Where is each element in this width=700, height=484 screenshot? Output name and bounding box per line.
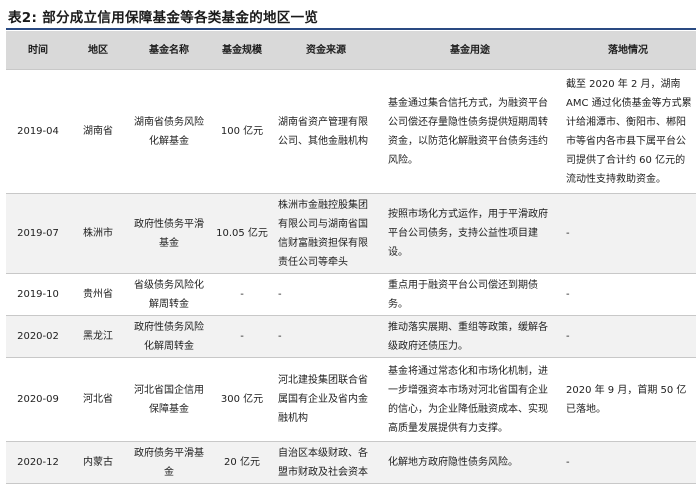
cell-fund-source: 自治区本级财政、各盟市财政及社会资本 — [272, 441, 380, 484]
fund-table: 时间 地区 基金名称 基金规模 资金来源 基金用途 落地情况 2019-04 湖… — [6, 31, 696, 484]
cell-fund-purpose: 基金将通过常态化和市场化机制，进一步增强资本市场对河北省国有企业的信心，为企业降… — [380, 357, 560, 442]
header-fund-purpose: 基金用途 — [380, 31, 560, 70]
cell-fund-scale: 10.05 亿元 — [212, 193, 272, 274]
cell-region: 内蒙古 — [70, 441, 126, 484]
cell-fund-name: 河北省国企信用保障基金 — [126, 357, 212, 442]
cell-region: 黑龙江 — [70, 315, 126, 358]
cell-time: 2019-10 — [6, 273, 70, 316]
cell-fund-scale: 20 亿元 — [212, 441, 272, 484]
cell-fund-purpose: 按照市场化方式运作，用于平滑政府平台公司债务，支持公益性项目建设。 — [380, 193, 560, 274]
cell-fund-scale: 300 亿元 — [212, 357, 272, 442]
cell-fund-purpose: 推动落实展期、重组等政策，缓解各级政府还债压力。 — [380, 315, 560, 358]
cell-fund-scale: - — [212, 315, 272, 358]
cell-status: - — [560, 441, 696, 484]
cell-fund-name: 政府债务平滑基金 — [126, 441, 212, 484]
header-fund-scale: 基金规模 — [212, 31, 272, 70]
table-row: 2020-12 内蒙古 政府债务平滑基金 20 亿元 自治区本级财政、各盟市财政… — [6, 441, 696, 484]
cell-fund-name: 湖南省债务风险化解基金 — [126, 69, 212, 194]
cell-region: 贵州省 — [70, 273, 126, 316]
table-row: 2019-07 株洲市 政府性债务平滑基金 10.05 亿元 株洲市金融控股集团… — [6, 193, 696, 274]
cell-fund-purpose: 重点用于融资平台公司偿还到期债务。 — [380, 273, 560, 316]
title-divider — [6, 28, 696, 30]
cell-region: 河北省 — [70, 357, 126, 442]
cell-status: 2020 年 9 月，首期 50 亿已落地。 — [560, 357, 696, 442]
header-row: 时间 地区 基金名称 基金规模 资金来源 基金用途 落地情况 — [6, 31, 696, 70]
header-status: 落地情况 — [560, 31, 696, 70]
cell-time: 2019-04 — [6, 69, 70, 194]
cell-fund-name: 政府性债务平滑基金 — [126, 193, 212, 274]
cell-time: 2020-02 — [6, 315, 70, 358]
table-row: 2019-10 贵州省 省级债务风险化解周转金 - - 重点用于融资平台公司偿还… — [6, 273, 696, 316]
header-fund-source: 资金来源 — [272, 31, 380, 70]
header-fund-name: 基金名称 — [126, 31, 212, 70]
cell-fund-scale: 100 亿元 — [212, 69, 272, 194]
header-time: 时间 — [6, 31, 70, 70]
cell-fund-source: - — [272, 315, 380, 358]
cell-status: - — [560, 273, 696, 316]
table-row: 2019-04 湖南省 湖南省债务风险化解基金 100 亿元 湖南省资产管理有限… — [6, 69, 696, 194]
table-title: 表2: 部分成立信用保障基金等各类基金的地区一览 — [8, 10, 319, 26]
cell-fund-source: 株洲市金融控股集团有限公司与湖南省国信财富融资担保有限责任公司等牵头 — [272, 193, 380, 274]
cell-fund-scale: - — [212, 273, 272, 316]
cell-time: 2020-09 — [6, 357, 70, 442]
cell-fund-purpose: 基金通过集合信托方式，为融资平台公司偿还存量隐性债务提供短期周转资金，以防范化解… — [380, 69, 560, 194]
cell-region: 湖南省 — [70, 69, 126, 194]
cell-fund-source: 湖南省资产管理有限公司、其他金融机构 — [272, 69, 380, 194]
cell-status: 截至 2020 年 2 月，湖南 AMC 通过化债基金等方式累计给湘潭市、衡阳市… — [560, 69, 696, 194]
cell-fund-source: - — [272, 273, 380, 316]
cell-fund-name: 政府性债务风险化解周转金 — [126, 315, 212, 358]
table-row: 2020-02 黑龙江 政府性债务风险化解周转金 - - 推动落实展期、重组等政… — [6, 315, 696, 358]
cell-status: - — [560, 315, 696, 358]
cell-fund-purpose: 化解地方政府隐性债务风险。 — [380, 441, 560, 484]
table-row: 2020-09 河北省 河北省国企信用保障基金 300 亿元 河北建投集团联合省… — [6, 357, 696, 442]
cell-region: 株洲市 — [70, 193, 126, 274]
cell-time: 2020-12 — [6, 441, 70, 484]
cell-fund-source: 河北建投集团联合省属国有企业及省内金融机构 — [272, 357, 380, 442]
cell-status: - — [560, 193, 696, 274]
cell-fund-name: 省级债务风险化解周转金 — [126, 273, 212, 316]
header-region: 地区 — [70, 31, 126, 70]
cell-time: 2019-07 — [6, 193, 70, 274]
